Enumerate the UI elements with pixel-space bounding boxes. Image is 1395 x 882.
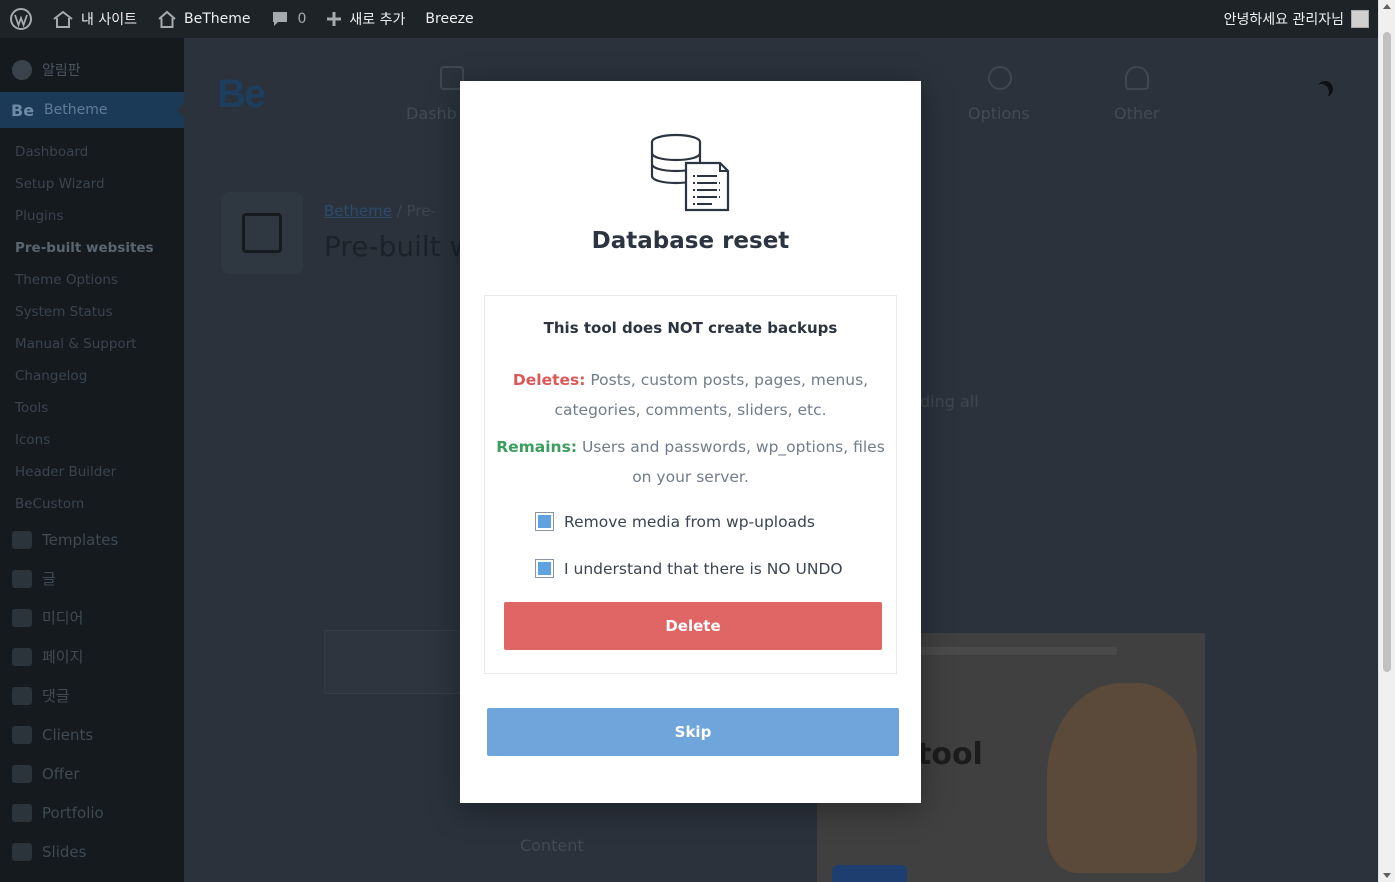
breeze-label: Breeze	[425, 11, 474, 27]
remains-text: Remains: Users and passwords, wp_options…	[495, 432, 886, 492]
comment-icon	[271, 10, 289, 28]
no-undo-label[interactable]: I understand that there is NO UNDO	[564, 560, 843, 578]
admin-bar: 내 사이트 BeTheme 0 새로 추가 Breeze 안녕하세요 관리자님	[0, 0, 1395, 38]
remains-description: Users and passwords, wp_options, files o…	[577, 438, 885, 486]
new-content-label: 새로 추가	[349, 12, 406, 28]
wordpress-icon	[10, 8, 32, 30]
page-scrollbar[interactable]	[1378, 0, 1395, 882]
backup-warning: This tool does NOT create backups	[543, 319, 838, 337]
comments-menu[interactable]: 0	[261, 0, 317, 38]
no-undo-checkbox[interactable]	[535, 559, 554, 578]
remains-label: Remains:	[496, 438, 578, 456]
reset-info-panel: This tool does NOT create backups Delete…	[484, 295, 897, 674]
delete-button[interactable]: Delete	[504, 602, 882, 650]
wordpress-logo[interactable]	[0, 0, 42, 38]
skip-button[interactable]: Skip	[487, 708, 899, 756]
site-name-menu[interactable]: 내 사이트	[42, 0, 147, 38]
breeze-menu[interactable]: Breeze	[415, 0, 483, 38]
checkbox-checked-mark	[538, 515, 551, 528]
comments-count: 0	[297, 11, 307, 27]
scroll-up-arrow-icon[interactable]	[1383, 4, 1391, 9]
plus-icon	[326, 11, 342, 27]
modal-title: Database reset	[591, 228, 790, 254]
remove-media-checkbox[interactable]	[535, 512, 554, 531]
betheme-label: BeTheme	[183, 11, 251, 27]
site-name-label: 내 사이트	[81, 12, 137, 28]
checkbox-checked-mark	[538, 562, 551, 575]
greeting-label: 안녕하세요 관리자님	[1223, 12, 1344, 28]
remove-media-checkbox-row[interactable]: Remove media from wp-uploads	[535, 512, 815, 531]
deletes-description: Posts, custom posts, pages, menus, categ…	[554, 371, 869, 419]
home-icon	[157, 10, 177, 28]
remove-media-label[interactable]: Remove media from wp-uploads	[564, 513, 815, 531]
scroll-down-arrow-icon[interactable]	[1383, 873, 1391, 878]
deletes-label: Deletes:	[512, 371, 586, 389]
betheme-menu[interactable]: BeTheme	[147, 0, 261, 38]
my-account-menu[interactable]: 안녕하세요 관리자님	[1214, 0, 1395, 38]
avatar	[1351, 10, 1369, 28]
new-content-menu[interactable]: 새로 추가	[316, 0, 415, 38]
no-undo-checkbox-row[interactable]: I understand that there is NO UNDO	[535, 559, 843, 578]
database-document-icon	[648, 132, 734, 218]
home-icon	[52, 10, 74, 28]
scroll-thumb[interactable]	[1383, 32, 1391, 672]
deletes-text: Deletes: Posts, custom posts, pages, men…	[495, 365, 886, 425]
